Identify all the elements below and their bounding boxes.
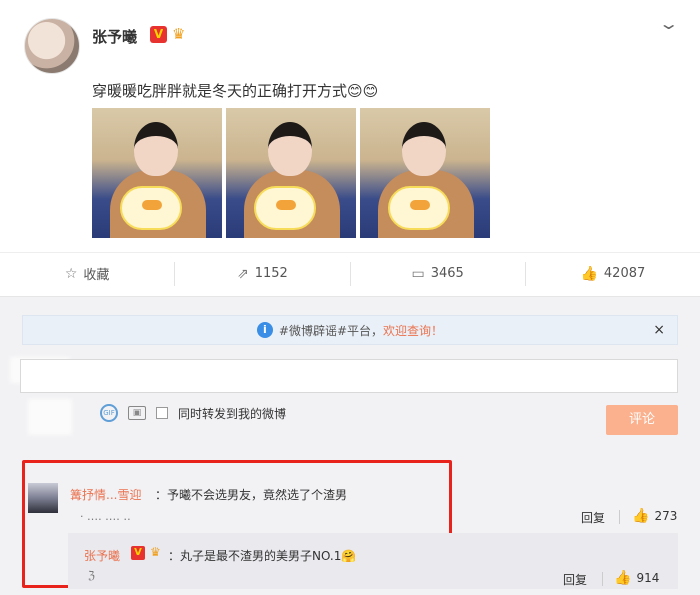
post-photo-2[interactable] bbox=[226, 108, 356, 238]
notice-prefix: #微博辟谣#平台， bbox=[278, 323, 384, 338]
like-count: 42087 bbox=[603, 266, 646, 281]
comment-count: 3465 bbox=[430, 266, 464, 281]
comment-text: ：予曦不会选男友，竟然选了个渣男 bbox=[155, 488, 348, 502]
post-text-content: 穿暖暖吃胖胖就是冬天的正确打开方式 bbox=[92, 82, 348, 100]
blurred-user-avatar bbox=[28, 399, 72, 435]
thumbs-up-icon: 👍 bbox=[632, 508, 650, 524]
photo-plush-beak bbox=[410, 200, 430, 210]
subreply-reply-button[interactable]: 回复 bbox=[563, 571, 587, 588]
notice-highlight-link[interactable]: 欢迎查询！ bbox=[383, 322, 443, 339]
repost-count: 1152 bbox=[254, 266, 288, 281]
post-action-bar: ☆ 收藏 ⇗ 1152 ▭ 3465 👍 42087 bbox=[0, 252, 700, 294]
post-photo-3[interactable] bbox=[360, 108, 490, 238]
close-icon[interactable]: × bbox=[653, 322, 665, 338]
subreply-meta-blurred: ℨ bbox=[88, 569, 95, 582]
post-emoji: 😊😊 bbox=[347, 82, 379, 100]
comment-meta-blurred: · ‥‥ ‥‥ ‥ bbox=[80, 510, 131, 523]
crown-icon: ♛ bbox=[172, 25, 186, 43]
reply-like-separator bbox=[619, 510, 620, 524]
commenter-name[interactable]: 篝抒情...雪迎 bbox=[70, 486, 141, 503]
compose-toolbar: GIF ▣ 同时转发到我的微博 bbox=[100, 404, 286, 422]
verified-badge-icon: V bbox=[150, 26, 167, 43]
favorite-button[interactable]: ☆ 收藏 bbox=[0, 262, 174, 286]
submit-comment-button[interactable]: 评论 bbox=[606, 405, 678, 435]
chevron-down-icon[interactable]: ⌄ bbox=[658, 14, 679, 33]
photo-plush-beak bbox=[276, 200, 296, 210]
weibo-post: 张予曦 V ♛ ⌄ 穿暖暖吃胖胖就是冬天的正确打开方式😊😊 ☆ 收藏 ⇗ 115… bbox=[0, 0, 700, 296]
repost-button[interactable]: ⇗ 1152 bbox=[175, 262, 349, 286]
emoji-icon[interactable]: GIF bbox=[100, 404, 118, 422]
comment-button[interactable]: ▭ 3465 bbox=[351, 262, 525, 286]
photo-figure-face bbox=[402, 122, 446, 176]
post-text: 穿暖暖吃胖胖就是冬天的正确打开方式😊😊 bbox=[92, 80, 378, 101]
photo-figure-face bbox=[134, 122, 178, 176]
star-icon: ☆ bbox=[64, 265, 78, 282]
comment-like-button[interactable]: 👍 273 bbox=[632, 508, 677, 524]
post-photo-1[interactable] bbox=[92, 108, 222, 238]
photo-plush-beak bbox=[142, 200, 162, 210]
subreply-text-content: ：丸子是最不渣男的美男子NO.1 bbox=[168, 549, 342, 563]
verified-badge-icon: V bbox=[131, 546, 145, 560]
subreply-like-count: 914 bbox=[636, 571, 660, 585]
info-icon: i bbox=[256, 322, 273, 338]
image-icon[interactable]: ▣ bbox=[128, 406, 146, 420]
comment-icon: ▭ bbox=[411, 265, 425, 282]
subreply-emoji: 🤗 bbox=[341, 549, 357, 563]
repost-icon: ⇗ bbox=[236, 265, 249, 282]
subreply-author-name[interactable]: 张予曦 bbox=[84, 547, 120, 564]
thumbs-up-icon: 👍 bbox=[580, 265, 598, 282]
subreply-like-button[interactable]: 👍 914 bbox=[614, 570, 659, 586]
repost-checkbox-label: 同时转发到我的微博 bbox=[178, 406, 287, 421]
comment-like-count: 273 bbox=[654, 509, 678, 523]
post-username[interactable]: 张予曦 bbox=[92, 26, 137, 47]
photo-figure-face bbox=[268, 122, 312, 176]
repost-checkbox[interactable] bbox=[156, 407, 168, 419]
like-button[interactable]: 👍 42087 bbox=[526, 262, 700, 286]
thumbs-up-icon: 👍 bbox=[614, 570, 632, 586]
favorite-label: 收藏 bbox=[83, 268, 110, 283]
comments-section: i #微博辟谣#平台， 欢迎查询！ × GIF ▣ 同时转发到我的微博 评论 篝抒… bbox=[0, 296, 700, 595]
comment-input[interactable] bbox=[20, 359, 678, 393]
avatar[interactable] bbox=[24, 18, 80, 74]
commenter-avatar[interactable] bbox=[28, 483, 58, 513]
comment-reply-button[interactable]: 回复 bbox=[581, 509, 605, 526]
subreply-text: ：丸子是最不渣男的美男子NO.1🤗 bbox=[168, 547, 356, 564]
crown-icon: ♛ bbox=[150, 545, 161, 559]
rumor-notice-banner: i #微博辟谣#平台， 欢迎查询！ × bbox=[22, 315, 678, 345]
reply-like-separator bbox=[602, 572, 603, 586]
